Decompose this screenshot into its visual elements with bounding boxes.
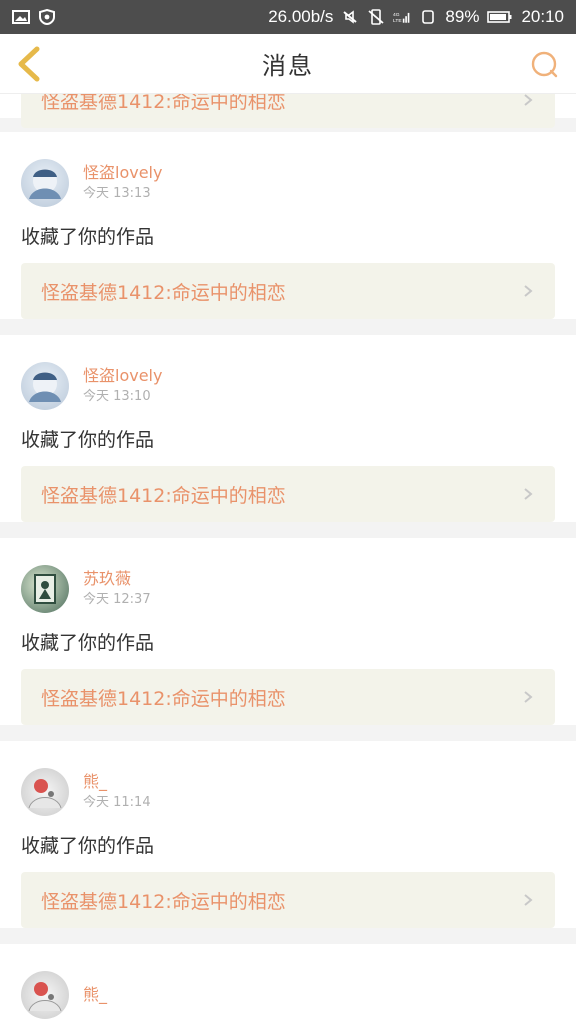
avatar-image bbox=[29, 372, 61, 402]
username[interactable]: 熊_ bbox=[83, 985, 107, 1005]
avatar[interactable] bbox=[21, 971, 69, 1019]
vibrate-off-icon bbox=[368, 9, 385, 25]
shield-icon bbox=[39, 9, 55, 25]
username[interactable]: 怪盗lovely bbox=[83, 163, 162, 183]
search-icon bbox=[531, 51, 558, 78]
work-link[interactable]: 怪盗基德1412:命运中的相恋 bbox=[21, 263, 555, 319]
user-row: 怪盗lovely 今天 13:13 bbox=[21, 132, 555, 212]
work-link[interactable]: 怪盗基德1412:命运中的相恋 bbox=[21, 94, 555, 128]
work-link[interactable]: 怪盗基德1412:命运中的相恋 bbox=[21, 466, 555, 522]
avatar[interactable] bbox=[21, 565, 69, 613]
user-meta: 熊_ 今天 11:14 bbox=[83, 772, 151, 812]
avatar-image bbox=[29, 169, 61, 199]
avatar-image bbox=[28, 982, 62, 1012]
message-card: 怪盗lovely 今天 13:13 收藏了你的作品 怪盗基德1412:命运中的相… bbox=[0, 132, 576, 319]
avatar-image bbox=[34, 574, 56, 604]
image-icon bbox=[12, 10, 30, 24]
search-button[interactable] bbox=[530, 50, 560, 80]
clock: 20:10 bbox=[521, 7, 564, 26]
timestamp: 今天 11:14 bbox=[83, 795, 151, 810]
user-meta: 熊_ bbox=[83, 985, 107, 1005]
message-card: 苏玖薇 今天 12:37 收藏了你的作品 怪盗基德1412:命运中的相恋 bbox=[0, 538, 576, 725]
mute-icon bbox=[343, 10, 358, 24]
message-card: 怪盗基德1412:命运中的相恋 bbox=[0, 94, 576, 128]
user-meta: 怪盗lovely 今天 13:10 bbox=[83, 366, 162, 406]
chevron-left-icon bbox=[18, 46, 40, 82]
work-title: 怪盗基德1412:命运中的相恋 bbox=[41, 281, 286, 304]
signal-icon: 4G LTE bbox=[393, 12, 410, 24]
user-meta: 怪盗lovely 今天 13:13 bbox=[83, 163, 162, 203]
avatar[interactable] bbox=[21, 362, 69, 410]
work-link[interactable]: 怪盗基德1412:命运中的相恋 bbox=[21, 872, 555, 928]
avatar-image bbox=[28, 779, 62, 809]
sim-icon bbox=[422, 10, 435, 24]
avatar[interactable] bbox=[21, 768, 69, 816]
avatar[interactable] bbox=[21, 159, 69, 207]
app-header: 消息 bbox=[0, 34, 576, 94]
battery-icon bbox=[487, 11, 512, 23]
message-feed[interactable]: 怪盗基德1412:命运中的相恋 怪盗lovely 今天 13:13 收藏了你的作… bbox=[0, 94, 576, 1024]
battery-percent: 89% bbox=[445, 7, 480, 26]
action-text: 收藏了你的作品 bbox=[21, 429, 155, 451]
back-button[interactable] bbox=[8, 44, 48, 84]
user-row: 熊_ 今天 11:14 bbox=[21, 741, 555, 821]
page-title: 消息 bbox=[262, 52, 314, 80]
timestamp: 今天 13:13 bbox=[83, 186, 151, 201]
user-meta: 苏玖薇 今天 12:37 bbox=[83, 569, 151, 609]
chevron-right-icon bbox=[524, 691, 533, 703]
message-card: 怪盗lovely 今天 13:10 收藏了你的作品 怪盗基德1412:命运中的相… bbox=[0, 335, 576, 522]
chevron-right-icon bbox=[524, 285, 533, 297]
timestamp: 今天 12:37 bbox=[83, 592, 151, 607]
net-speed: 26.00b/s bbox=[268, 7, 334, 26]
username[interactable]: 苏玖薇 bbox=[83, 569, 151, 589]
work-title: 怪盗基德1412:命运中的相恋 bbox=[41, 94, 286, 113]
chevron-right-icon bbox=[524, 894, 533, 906]
status-left bbox=[12, 9, 56, 25]
message-card: 熊_ 今天 11:14 收藏了你的作品 怪盗基德1412:命运中的相恋 bbox=[0, 741, 576, 928]
svg-text:LTE: LTE bbox=[393, 18, 402, 24]
work-link[interactable]: 怪盗基德1412:命运中的相恋 bbox=[21, 669, 555, 725]
status-right: 26.00b/s 4G LTE 89% 20:10 bbox=[268, 7, 564, 27]
timestamp: 今天 13:10 bbox=[83, 389, 151, 404]
user-row: 怪盗lovely 今天 13:10 bbox=[21, 335, 555, 415]
username[interactable]: 怪盗lovely bbox=[83, 366, 162, 386]
chevron-right-icon bbox=[524, 488, 533, 500]
action-text: 收藏了你的作品 bbox=[21, 226, 155, 248]
action-text: 收藏了你的作品 bbox=[21, 835, 155, 857]
work-title: 怪盗基德1412:命运中的相恋 bbox=[41, 687, 286, 710]
chevron-right-icon bbox=[524, 94, 533, 106]
user-row: 苏玖薇 今天 12:37 bbox=[21, 538, 555, 618]
work-title: 怪盗基德1412:命运中的相恋 bbox=[41, 484, 286, 507]
status-bar: 26.00b/s 4G LTE 89% 20:10 bbox=[0, 0, 576, 34]
username[interactable]: 熊_ bbox=[83, 772, 151, 792]
user-row: 熊_ bbox=[21, 944, 555, 1024]
svg-text:4G: 4G bbox=[393, 12, 400, 18]
action-text: 收藏了你的作品 bbox=[21, 632, 155, 654]
work-title: 怪盗基德1412:命运中的相恋 bbox=[41, 890, 286, 913]
message-card: 熊_ bbox=[0, 944, 576, 1024]
